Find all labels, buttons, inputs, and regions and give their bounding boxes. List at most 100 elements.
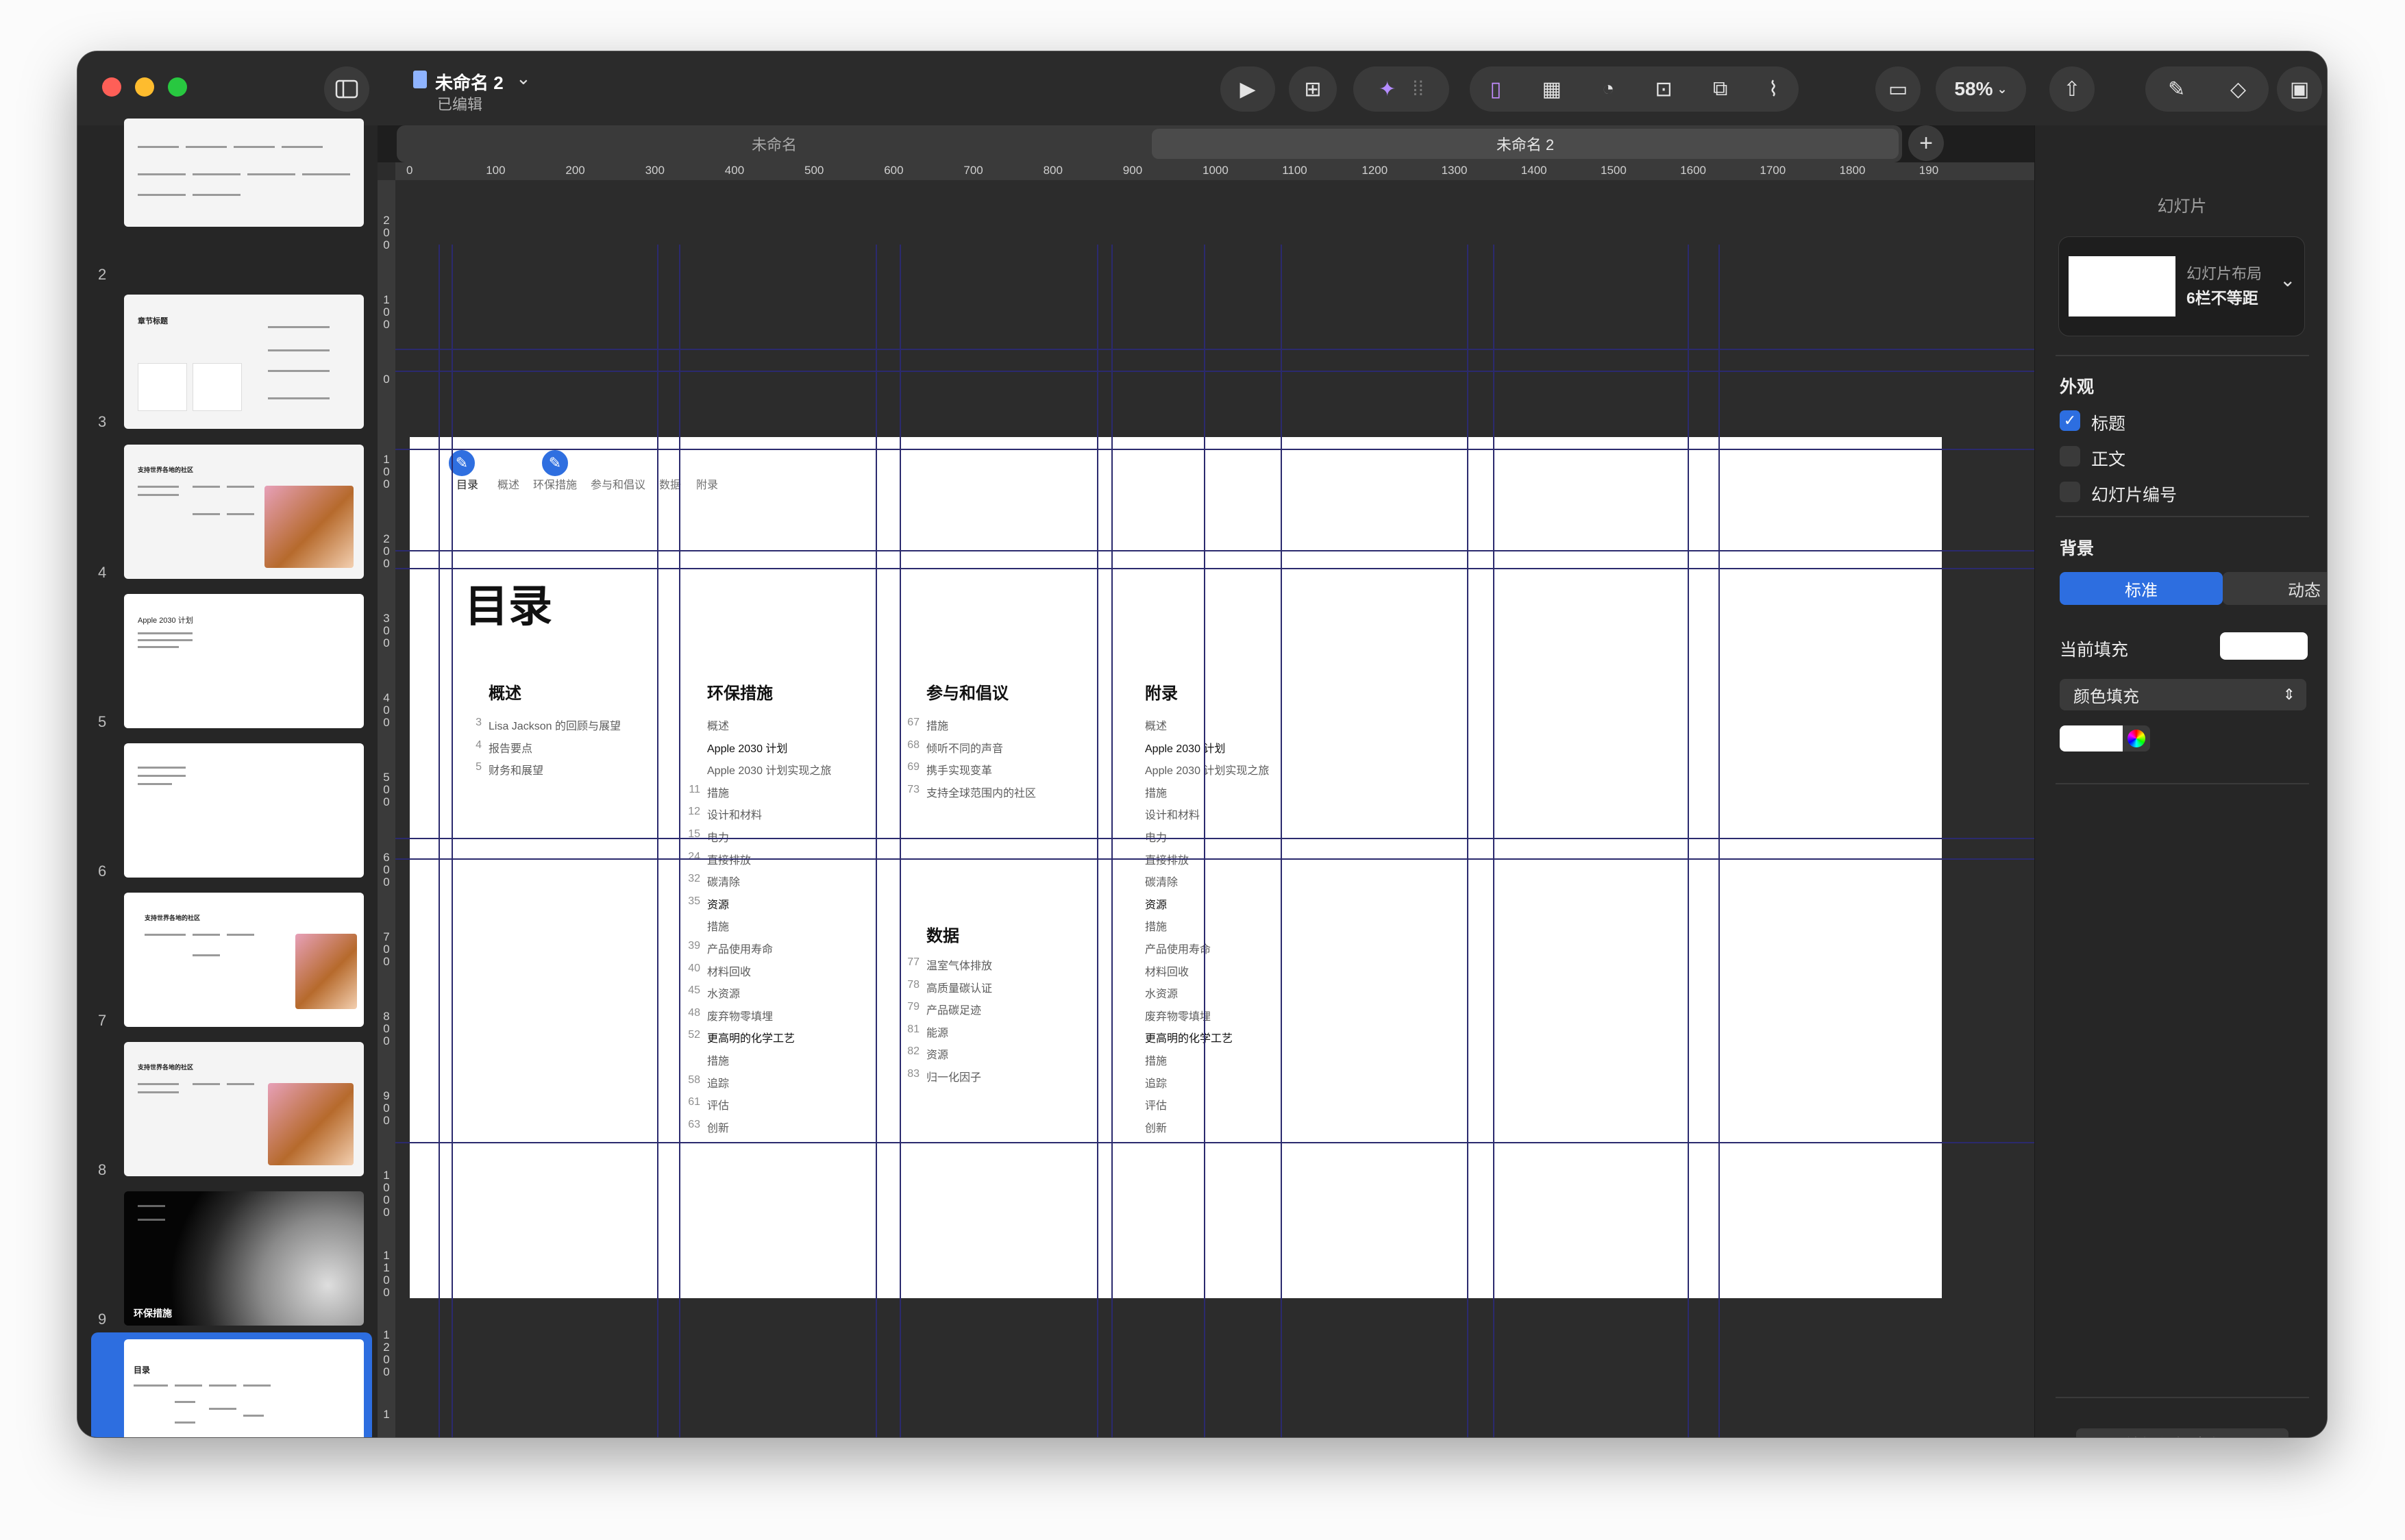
vertical-ruler: 2 0 0 1 0 0 0 1 0 0 2 0 0 3 0 0 4 0 0 5 0 0 6 0 … [378,180,395,1437]
toc-entry: Apple 2030 计划实现之旅 [1145,765,1270,778]
chevron-down-icon: ⌄ [2280,269,2296,290]
vertical-guide [900,245,901,1437]
current-slide[interactable]: ✎ ✎ 目录 概述 环保措施 参与和倡议 数据 附录 目录 概述 3 Lisa Ja… [410,437,1942,1298]
tab-untitled[interactable]: 未命名 [401,129,1148,159]
slide-thumbnail-8[interactable]: 支持世界各地的社区 [124,1042,364,1176]
slide-nav-item: 附录 [696,480,719,491]
ruler-tick-label: 1800 [1839,164,1866,177]
slide-thumbnail-2[interactable] [124,119,364,227]
ai-tools-group[interactable]: ✦ ⁞⁞ [1353,66,1449,112]
share-button[interactable]: ⇧ [2049,66,2095,112]
fill-type-value: 颜色填充 [2073,687,2139,706]
comment-button[interactable]: ▭ [1875,66,1921,112]
toc-entry: 报告要点 [489,743,533,755]
ruler-tick-label: 1 0 0 [383,293,390,332]
slide-layout-selector[interactable]: 幻灯片布局 6栏不等距 ⌄ [2058,236,2305,336]
slide-thumbnail-10[interactable]: 目录 [124,1339,364,1437]
table-icon[interactable]: ▦ [1542,77,1561,101]
add-slide-button[interactable]: ⊞ [1289,66,1337,112]
new-tab-button[interactable]: + [1908,125,1944,161]
chevron-down-icon: ⌄ [1997,82,2008,96]
text-box-icon[interactable]: ⊡ [1655,77,1673,101]
ruler-tick-label: 600 [884,164,904,177]
thumbnail-title: 支持世界各地的社区 [138,1064,194,1071]
slide-number: 3 [98,413,107,430]
close-window-button[interactable] [102,77,121,97]
segment-dynamic[interactable]: 动态 [2223,572,2327,605]
ruler-tick-label: 7 0 0 [383,930,390,968]
vertical-guide [1688,245,1689,1437]
ruler-tick-label: 100 [486,164,506,177]
toc-entry: Apple 2030 计划 [707,743,788,755]
play-button[interactable]: ▶ [1220,66,1275,112]
toc-entry: 创新 [707,1122,730,1134]
slide-thumbnail-9[interactable]: 环保措施 [124,1191,364,1326]
slide-thumbnail-6[interactable] [124,743,364,878]
color-well[interactable] [2060,725,2123,752]
ruler-tick-label: 6 0 0 [383,850,390,889]
current-fill-swatch[interactable] [2220,632,2308,660]
slide-thumbnail-4[interactable]: 支持世界各地的社区 [124,445,364,579]
shape-highlight-icon[interactable]: ▯ [1490,77,1502,101]
toc-page-number: 11 [689,783,700,795]
slide-canvas[interactable]: 0 100 200 300 400 500 600 700 800 900 1000 1100 1200… [378,162,2034,1437]
toc-entry: 措施 [926,721,949,732]
background-heading: 背景 [2060,539,2095,558]
horizontal-guide [395,838,2034,839]
thumbnail-title: 章节标题 [138,317,168,325]
slide-thumbnail-5[interactable]: Apple 2030 计划 [124,594,364,728]
segment-standard[interactable]: 标准 [2060,572,2223,605]
zoom-dropdown[interactable]: 58% ⌄ [1936,66,2026,112]
vertical-guide [1204,245,1205,1437]
sidebar-icon [335,79,358,99]
ruler-tick-label: 1200 [1361,164,1388,177]
toc-page-number: 12 [688,806,700,818]
toc-entry: 电力 [707,832,730,844]
inspector-tabs-group: ✎ ◇ [2145,66,2269,112]
tab-untitled-2[interactable]: 未命名 2 [1152,129,1899,159]
toc-entry: 更高明的化学工艺 [707,1033,796,1045]
animate-icon[interactable]: ◇ [2230,77,2246,101]
vertical-guide [876,245,877,1437]
sidebar-toggle-button[interactable] [324,66,369,112]
toc-column-heading: 数据 [926,927,959,945]
toc-entry: 措施 [707,787,730,799]
edit-slide-layout-button[interactable]: 编辑幻灯片布局 [2076,1428,2289,1437]
horizontal-guide [395,449,2034,450]
minimize-window-button[interactable] [135,77,154,97]
document-title[interactable]: 未命名 2 [435,69,504,95]
shape-icon[interactable]: ⧉ [1713,77,1727,101]
toc-entry: Lisa Jackson 的回顾与展望 [489,721,621,732]
toc-entry: 措施 [1145,1056,1168,1067]
format-brush-icon[interactable]: ✎ [2168,77,2185,101]
toc-entry: 追踪 [1145,1078,1168,1090]
layout-preview [2069,256,2175,316]
ruler-tick-label: 1300 [1441,164,1468,177]
body-option-label: 正文 [2091,450,2126,469]
slide-thumbnail-7[interactable]: 支持世界各地的社区 [124,893,364,1027]
slide-thumbnail-3[interactable]: 章节标题 [124,295,364,429]
vertical-guide [657,245,658,1437]
toc-page-number: 58 [688,1073,700,1086]
toc-entry: 废弃物零填埋 [1145,1010,1211,1023]
body-checkbox[interactable] [2060,446,2080,467]
ruler-tick-label: 5 0 0 [383,771,390,809]
ruler-tick-label: 1000 [1202,164,1229,177]
toc-page-number: 83 [907,1068,920,1080]
toc-entry: 设计和材料 [1145,810,1200,822]
slide-title[interactable]: 目录 [465,571,552,634]
media-icon[interactable]: ⌇ [1768,77,1779,101]
fill-type-dropdown[interactable]: 颜色填充 ⇕ [2060,679,2306,710]
color-picker-button[interactable] [2123,725,2150,752]
toc-entry: 措施 [707,921,730,934]
grid-dots-icon: ⁞⁞ [1412,77,1424,100]
edit-handle-icon[interactable]: ✎ [540,448,570,478]
document-inspector-button[interactable]: ▣ [2277,66,2322,112]
zoom-window-button[interactable] [168,77,187,97]
chevron-down-icon[interactable]: ⌄ [516,68,531,89]
slide-number-checkbox[interactable] [2060,482,2080,502]
chart-icon[interactable]: ◔ [1602,77,1614,101]
toc-page-number: 52 [688,1029,700,1041]
horizontal-guide [395,1142,2034,1143]
title-checkbox[interactable]: ✓ [2060,410,2080,431]
